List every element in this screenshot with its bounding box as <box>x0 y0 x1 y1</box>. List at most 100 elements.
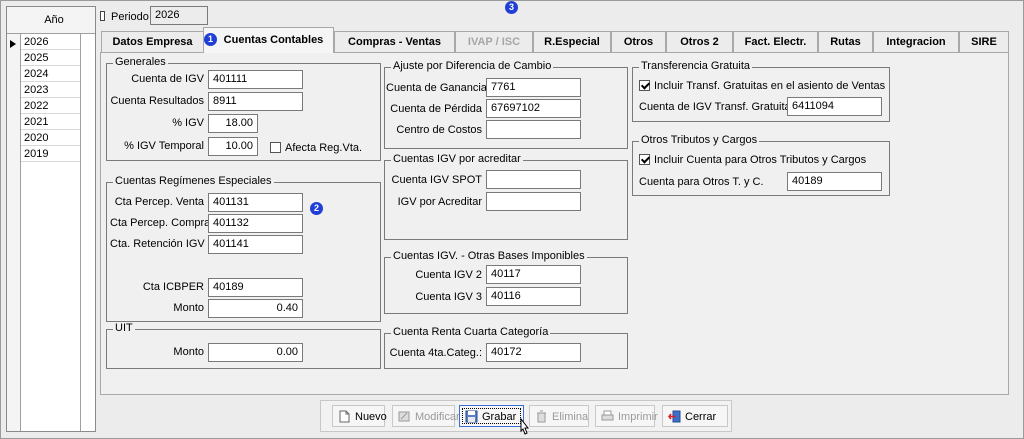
tab-fact-electr[interactable]: Fact. Electr. <box>733 31 818 52</box>
tab-datos-empresa[interactable]: Datos Empresa <box>101 31 204 52</box>
centro-costos-label: Centro de Costos <box>396 124 482 136</box>
ajuste-title: Ajuste por Diferencia de Cambio <box>391 60 554 72</box>
perdida-field[interactable]: 67697102 <box>486 99 581 118</box>
grabar-label: Grabar <box>482 411 517 423</box>
year-row[interactable]: 2023 <box>21 82 80 98</box>
tab-rutas[interactable]: Rutas <box>818 31 873 52</box>
percep-compra-label: Cta Percep. Compra <box>110 217 211 229</box>
periodo-field: 2026 <box>150 6 208 25</box>
save-disk-icon <box>465 410 478 423</box>
regimenes-title: Cuentas Regímenes Especiales <box>113 175 274 187</box>
retencion-igv-field[interactable]: 401141 <box>208 235 303 254</box>
nuevo-button[interactable]: Nuevo <box>332 405 387 427</box>
incluir-otros-tributos-checkbox[interactable] <box>639 154 650 165</box>
centro-costos-field[interactable] <box>486 120 581 139</box>
icbper-label: Cta ICBPER <box>142 281 204 293</box>
imprimir-label: Imprimir <box>618 411 658 423</box>
transferencia-title: Transferencia Gratuita <box>639 60 753 72</box>
perdida-label: Cuenta de Pérdida <box>390 103 482 115</box>
tab-ivap-isc: IVAP / ISC <box>455 31 533 52</box>
igv-spot-field[interactable] <box>486 170 581 189</box>
renta-cuarta-field[interactable]: 40172 <box>486 343 581 362</box>
renta-cuarta-label: Cuenta 4ta.Categ.: <box>389 347 482 359</box>
ganancia-label: Cuenta de Ganancia <box>386 82 487 94</box>
incluir-otros-tributos-label: Incluir Cuenta para Otros Tributos y Car… <box>654 154 867 166</box>
afecta-reg-vta-checkbox[interactable] <box>270 142 281 153</box>
tab-r-especial[interactable]: R.Especial <box>533 31 611 52</box>
modificar-button: Modificar <box>392 405 460 427</box>
printer-icon <box>601 410 614 421</box>
igv2-field[interactable]: 40117 <box>486 265 581 284</box>
cuenta-otros-tributos-field[interactable]: 40189 <box>787 172 882 191</box>
afecta-reg-vta-label: Afecta Reg.Vta. <box>285 142 363 154</box>
cuenta-otros-tributos-label: Cuenta para Otros T. y C. <box>639 176 764 188</box>
igv-acreditar-field[interactable] <box>486 192 581 211</box>
grabar-button[interactable]: Grabar <box>459 405 524 427</box>
imprimir-button: Imprimir <box>595 405 658 427</box>
monto-uit-label: Monto <box>173 346 204 358</box>
periodo-marker-icon <box>100 11 105 21</box>
pct-igv-temporal-label: % IGV Temporal <box>124 140 204 152</box>
new-document-icon <box>339 410 350 423</box>
igv-acreditar-title: Cuentas IGV por acreditar <box>391 153 523 165</box>
uit-title: UIT <box>113 322 135 334</box>
cuenta-resultados-field[interactable]: 8911 <box>208 92 303 111</box>
ganancia-field[interactable]: 7761 <box>486 78 581 97</box>
grid-column-divider <box>80 7 81 431</box>
cerrar-label: Cerrar <box>685 411 717 423</box>
incluir-transf-checkbox[interactable] <box>639 80 650 91</box>
year-row[interactable]: 2022 <box>21 98 80 114</box>
cuenta-igv-field[interactable]: 401111 <box>208 70 303 89</box>
mouse-pointer-icon <box>520 418 530 435</box>
annotation-badge-3: 3 <box>505 1 518 14</box>
incluir-transf-label: Incluir Transf. Gratuitas en el asiento … <box>654 80 886 92</box>
tab-cuentas-contables[interactable]: Cuentas Contables <box>203 27 334 53</box>
exit-door-icon <box>668 410 681 423</box>
tab-otros-2[interactable]: Otros 2 <box>666 31 733 52</box>
trash-icon <box>537 410 546 423</box>
percep-venta-field[interactable]: 401131 <box>208 193 303 212</box>
year-row[interactable]: 2026 <box>21 34 80 50</box>
year-row[interactable]: 2025 <box>21 50 80 66</box>
generales-title: Generales <box>113 56 168 68</box>
edit-icon <box>398 411 410 422</box>
elimina-button: Elimina <box>529 405 589 427</box>
year-column-header: Año <box>44 14 64 26</box>
tab-sire[interactable]: SIRE <box>959 31 1009 52</box>
row-indicator-column <box>7 7 21 431</box>
cuenta-igv-label: Cuenta de IGV <box>131 73 204 85</box>
annotation-badge-2: 2 <box>310 202 323 215</box>
tab-otros[interactable]: Otros <box>611 31 666 52</box>
otros-tributos-title: Otros Tributos y Cargos <box>639 134 760 146</box>
igv-acreditar-label: IGV por Acreditar <box>397 196 482 208</box>
year-row[interactable]: 2020 <box>21 130 80 146</box>
nuevo-label: Nuevo <box>355 411 387 423</box>
pct-igv-label: % IGV <box>172 117 204 129</box>
monto-icbper-field[interactable]: 0.40 <box>208 299 303 318</box>
year-row[interactable]: 2019 <box>21 146 80 162</box>
tab-integracion[interactable]: Integracion <box>873 31 959 52</box>
cerrar-button[interactable]: Cerrar <box>662 405 728 427</box>
igv-spot-label: Cuenta IGV SPOT <box>391 174 482 186</box>
percep-compra-field[interactable]: 401132 <box>208 214 303 233</box>
monto-icbper-label: Monto <box>173 302 204 314</box>
igv2-label: Cuenta IGV 2 <box>415 269 482 281</box>
pct-igv-temporal-field[interactable]: 10.00 <box>208 137 258 156</box>
current-row-pointer-icon <box>10 40 16 48</box>
year-row[interactable]: 2021 <box>21 114 80 130</box>
tab-cuentas-contables-label: Cuentas Contables <box>223 34 324 46</box>
pct-igv-field[interactable]: 18.00 <box>208 114 258 133</box>
igv3-field[interactable]: 40116 <box>486 287 581 306</box>
tab-compras-ventas[interactable]: Compras - Ventas <box>334 31 455 52</box>
retencion-igv-label: Cta. Retención IGV <box>110 238 205 250</box>
year-row[interactable]: 2024 <box>21 66 80 82</box>
igv3-label: Cuenta IGV 3 <box>415 291 482 303</box>
elimina-label: Elimina <box>552 411 589 423</box>
monto-uit-field[interactable]: 0.00 <box>208 343 303 362</box>
icbper-field[interactable]: 40189 <box>208 278 303 297</box>
cuenta-transf-field[interactable]: 6411094 <box>787 97 882 116</box>
otras-bases-title: Cuentas IGV. - Otras Bases Imponibles <box>391 250 587 262</box>
cuenta-transf-label: Cuenta de IGV Transf. Gratuita <box>639 101 791 113</box>
year-grid[interactable]: Año 2026 2025 2024 2023 2022 2021 2020 2… <box>6 6 96 432</box>
cuenta-resultados-label: Cuenta Resultados <box>110 95 204 107</box>
